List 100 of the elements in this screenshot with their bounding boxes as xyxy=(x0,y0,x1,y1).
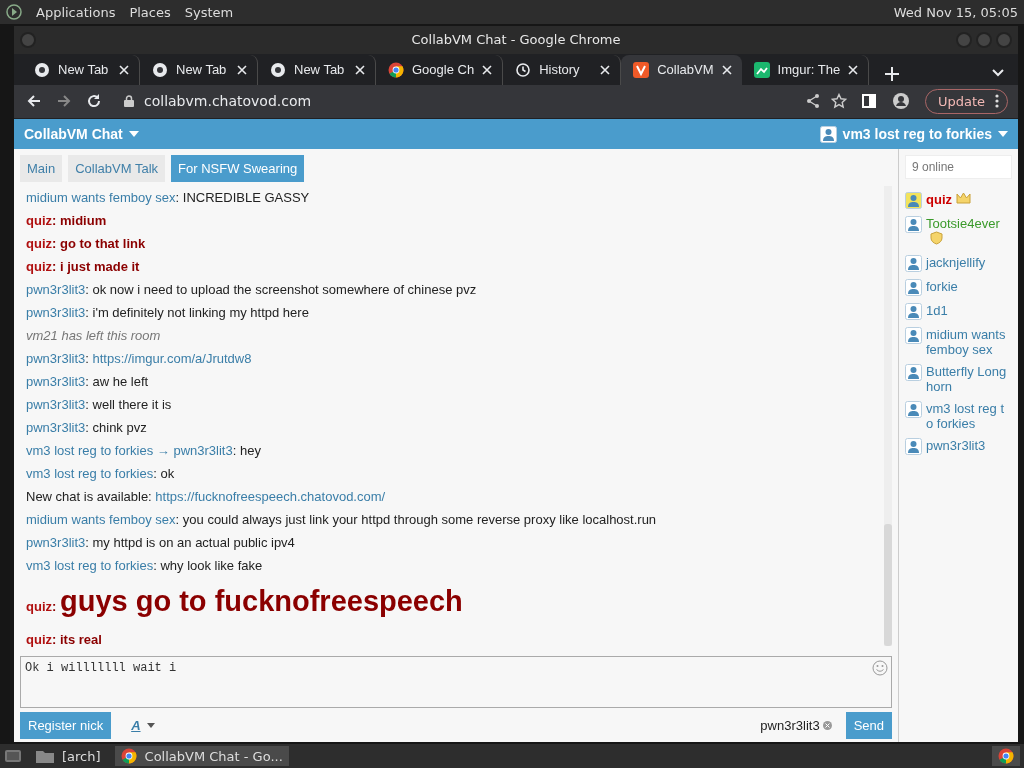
lock-icon xyxy=(124,95,134,108)
user-name[interactable]: 1d1 xyxy=(926,303,1007,318)
message-text: : hey xyxy=(232,443,261,458)
user-name[interactable]: pwn3r3lit3 xyxy=(926,438,1007,453)
address-bar[interactable]: collabvm.chatovod.com xyxy=(116,87,847,116)
message-text: : well there it is xyxy=(85,397,172,412)
chat-link[interactable]: https://imgur.com/a/Jrutdw8 xyxy=(92,351,252,366)
close-icon[interactable] xyxy=(355,64,365,75)
profile-icon[interactable] xyxy=(890,93,911,110)
user-avatar-icon xyxy=(819,125,837,143)
panel-menu[interactable]: Places xyxy=(129,4,171,20)
message-author[interactable]: midium wants femboy sex xyxy=(26,512,176,527)
clear-icon[interactable] xyxy=(822,720,832,730)
chrome-icon xyxy=(388,61,404,78)
message-text: : https://imgur.com/a/Jrutdw8 xyxy=(85,351,252,366)
message-recipient[interactable]: → pwn3r3lit3 xyxy=(156,443,233,458)
message-author[interactable]: quiz xyxy=(26,599,52,614)
message-author[interactable]: quiz xyxy=(26,236,52,251)
message-text: : i'm definitely not linking my httpd here xyxy=(85,305,309,320)
browser-tab[interactable]: New Tab xyxy=(22,54,140,85)
browser-tab[interactable]: CollabVM xyxy=(621,54,742,85)
reload-icon[interactable] xyxy=(86,93,102,110)
close-icon[interactable] xyxy=(600,64,611,75)
message-text: : ok xyxy=(153,466,175,481)
user-avatar-icon xyxy=(905,438,922,455)
user-name[interactable]: Butterfly Longhorn xyxy=(926,364,1007,394)
close-icon[interactable] xyxy=(848,64,859,75)
message-text: :guys go to fucknofreespeech xyxy=(52,584,463,619)
register-button[interactable]: Register nick xyxy=(20,711,112,739)
message-text: : INCREDIBLE GASSY xyxy=(175,190,310,205)
browser-tab[interactable]: Google Ch xyxy=(376,54,504,85)
clock-icon xyxy=(515,61,532,78)
browser-tab[interactable]: Imgur: The xyxy=(741,54,870,85)
message-input[interactable]: Ok i willlllll wait i xyxy=(20,656,892,708)
room-tab[interactable]: Main xyxy=(20,155,63,182)
caret-icon xyxy=(128,131,139,137)
message-author[interactable]: vm3 lost reg to forkies xyxy=(26,443,154,458)
folder-icon xyxy=(36,749,54,763)
user-name[interactable]: vm3 lost reg to forkies xyxy=(926,401,1007,431)
side-panel-icon[interactable] xyxy=(860,93,877,110)
close-icon[interactable] xyxy=(721,64,732,75)
share-icon[interactable] xyxy=(804,93,821,110)
message-text: : ok now i need to upload the screenshot somewhere of chinese pvz xyxy=(85,282,477,297)
user-avatar-icon xyxy=(905,255,922,272)
user-name[interactable]: Tootsie4ever xyxy=(926,216,1007,231)
taskbar-item[interactable]: CollabVM Chat - Go... xyxy=(114,746,289,766)
chevron-down-icon[interactable] xyxy=(992,68,1004,77)
message-author[interactable]: midium wants femboy sex xyxy=(26,190,176,205)
globe-icon xyxy=(152,61,168,78)
caret-icon xyxy=(998,131,1008,137)
star-icon[interactable] xyxy=(830,93,847,110)
send-button[interactable]: Send xyxy=(845,711,892,739)
image-logo-icon xyxy=(753,61,770,78)
room-tab[interactable]: CollabVM Talk xyxy=(68,155,166,182)
message-text: : its real xyxy=(52,632,102,647)
user-avatar-icon xyxy=(905,216,922,233)
message-text: : why look like fake xyxy=(153,558,263,573)
user-avatar-icon xyxy=(905,364,922,381)
user-name[interactable]: jacknjellify xyxy=(926,255,1007,270)
message-text: : aw he left xyxy=(85,374,149,389)
scrollbar[interactable] xyxy=(884,186,892,646)
message-text: : my httpd is on an actual public ipv4 xyxy=(85,535,295,550)
nickname: pwn3r3lit3 xyxy=(760,717,820,733)
browser-tab[interactable]: New Tab xyxy=(258,54,376,85)
globe-icon xyxy=(34,61,50,78)
message-text: : chink pvz xyxy=(85,420,147,435)
chat-link[interactable]: https://fucknofreespeech.chatovod.com/ xyxy=(155,489,386,504)
panel-menu[interactable]: System xyxy=(184,4,234,20)
window-title: CollabVM Chat - Google Chrome xyxy=(411,32,621,48)
browser-tab[interactable]: New Tab xyxy=(140,54,258,85)
message-author[interactable]: quiz xyxy=(26,213,52,228)
shield-icon xyxy=(930,231,943,245)
user-avatar-icon xyxy=(905,303,922,320)
message-author[interactable]: quiz xyxy=(26,259,52,274)
more-icon[interactable] xyxy=(995,94,999,109)
online-count: 9 online xyxy=(905,155,1012,179)
message-text: : go to that link xyxy=(52,236,146,251)
close-icon[interactable] xyxy=(482,64,493,75)
user-menu[interactable]: vm3 lost reg to forkies xyxy=(819,125,1008,143)
message-author[interactable]: quiz xyxy=(26,632,52,647)
globe-icon xyxy=(270,61,286,78)
user-name[interactable]: quiz xyxy=(926,192,952,207)
user-name[interactable]: forkie xyxy=(926,279,1007,294)
panel-menu[interactable]: Applications xyxy=(36,4,116,20)
foot-logo-icon[interactable] xyxy=(6,4,22,20)
close-icon[interactable] xyxy=(119,64,129,75)
user-avatar-icon xyxy=(905,279,922,296)
user-name[interactable]: midium wants femboy sex xyxy=(926,327,1007,357)
new-tab-icon[interactable] xyxy=(885,66,900,81)
message-text: : midium xyxy=(52,213,107,228)
room-tab[interactable]: For NSFW Swearing xyxy=(171,155,305,182)
show-desktop-icon[interactable] xyxy=(4,748,22,764)
clock[interactable]: Wed Nov 15, 05:05 xyxy=(893,4,1018,20)
caret-icon xyxy=(146,722,155,728)
notice-text: New chat is available: https://fucknofreespeech.chatovod.com/ xyxy=(26,489,386,504)
taskbar-item[interactable]: [arch] xyxy=(30,746,107,766)
message-text: : you could always just link your httpd through some reverse proxy like localhost.run xyxy=(175,512,657,527)
format-button[interactable]: A xyxy=(125,716,161,734)
chat-menu[interactable]: CollabVM Chat xyxy=(24,126,139,142)
close-icon[interactable] xyxy=(237,64,247,75)
